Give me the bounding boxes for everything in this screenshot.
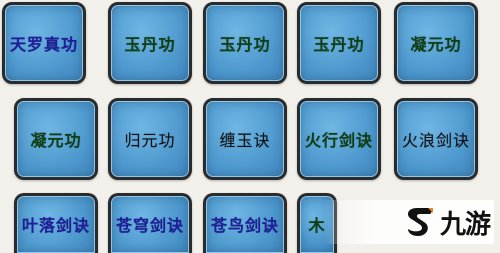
- skill-label: 归元功: [124, 131, 176, 150]
- skill-label: 缠玉诀: [219, 131, 271, 150]
- skill-tile[interactable]: 天罗真功: [2, 2, 86, 84]
- skill-tile[interactable]: 叶落剑诀: [14, 193, 98, 253]
- skill-tile[interactable]: 玉丹功: [203, 2, 287, 84]
- skill-label: 天罗真功: [9, 35, 78, 54]
- skill-tile[interactable]: 火行剑诀: [297, 98, 381, 180]
- skill-label: 玉丹功: [313, 35, 365, 54]
- skill-tile[interactable]: 凝元功: [14, 98, 98, 180]
- nine-game-logo-icon: [407, 208, 433, 236]
- skill-label: 玉丹功: [219, 35, 271, 54]
- skill-label: 凝元功: [410, 35, 462, 54]
- skill-tile[interactable]: 归元功: [108, 98, 192, 180]
- skill-label: 苍穹剑诀: [115, 216, 184, 235]
- skill-label: 玉丹功: [124, 35, 176, 54]
- skill-tile[interactable]: 火浪剑诀: [394, 98, 478, 180]
- skill-tile[interactable]: 苍穹剑诀: [108, 193, 192, 253]
- skill-tile[interactable]: 玉丹功: [108, 2, 192, 84]
- skill-tile[interactable]: 玉丹功: [297, 2, 381, 84]
- skill-label: 苍鸟剑诀: [210, 216, 279, 235]
- skill-tile[interactable]: 苍鸟剑诀: [203, 193, 287, 253]
- skill-label: 火浪剑诀: [401, 131, 470, 150]
- skill-label: 木: [308, 216, 326, 235]
- skill-tile[interactable]: 缠玉诀: [203, 98, 287, 180]
- skill-label: 凝元功: [30, 131, 82, 150]
- skill-tile[interactable]: 凝元功: [394, 2, 478, 84]
- skill-label: 叶落剑诀: [21, 216, 90, 235]
- watermark-text: 九游: [439, 209, 491, 240]
- skill-label: 火行剑诀: [304, 131, 373, 150]
- watermark: 九游: [324, 200, 494, 244]
